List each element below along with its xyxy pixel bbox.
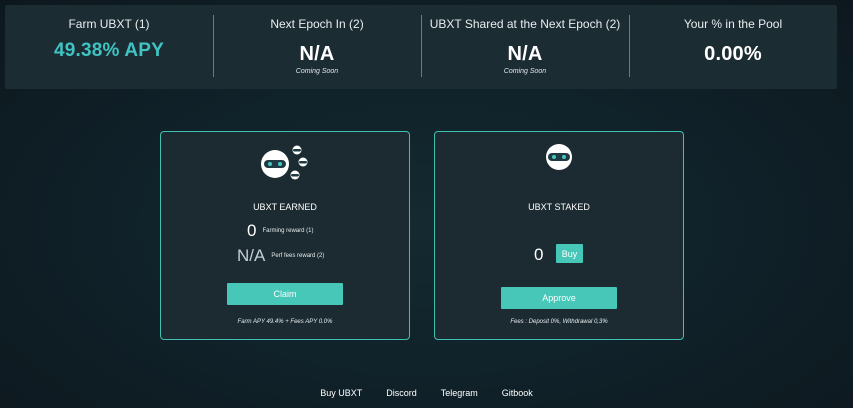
staked-value: 0 <box>534 245 544 264</box>
apy-note: Farm APY 49.4% + Fees APY 0.0% <box>237 319 333 325</box>
robot-mascot-icon <box>435 142 683 192</box>
stat-subtext: Coming Soon <box>295 68 339 75</box>
stat-label: Farm UBXT (1) <box>68 17 150 31</box>
farming-reward-row: 0 Farming reward (1) <box>247 221 313 241</box>
stat-pool-share: Your % in the Pool 0.00% <box>629 5 837 89</box>
claim-button[interactable]: Claim <box>227 283 343 305</box>
stat-value: N/A <box>507 43 543 65</box>
farming-reward-label: Farming reward (1) <box>262 228 314 234</box>
ubxt-earned-card: UBXT EARNED 0 Farming reward (1) N/A Per… <box>160 131 410 340</box>
stat-label: Your % in the Pool <box>683 17 783 31</box>
stat-subtext: Coming Soon <box>503 68 547 75</box>
card-title: UBXT EARNED <box>253 202 317 212</box>
farm-page: Farm UBXT (1) 49.38% APY Next Epoch In (… <box>0 0 853 408</box>
perf-fees-reward-label: Perf fees reward (2) <box>271 253 325 259</box>
footer-link-telegram[interactable]: Telegram <box>441 388 478 398</box>
footer-links: Buy UBXT Discord Telegram Gitbook <box>0 388 853 398</box>
fees-note: Fees : Deposit 0%, Withdrawal 0,3% <box>510 319 608 325</box>
ubxt-staked-card: UBXT STAKED 0 Buy Approve Fees : Deposit… <box>434 131 684 340</box>
stats-bar: Farm UBXT (1) 49.38% APY Next Epoch In (… <box>5 5 837 89</box>
stat-label: UBXT Shared at the Next Epoch (2) <box>429 17 621 31</box>
farming-reward-value: 0 <box>247 221 257 240</box>
stat-value: 0.00% <box>704 43 762 65</box>
stat-shared-next-epoch: UBXT Shared at the Next Epoch (2) N/A Co… <box>421 5 629 89</box>
footer-link-buy-ubxt[interactable]: Buy UBXT <box>320 388 362 398</box>
stat-value: 49.38% APY <box>53 40 165 61</box>
stat-next-epoch: Next Epoch In (2) N/A Coming Soon <box>213 5 421 89</box>
staked-row: 0 <box>534 245 543 265</box>
stat-farm-apy: Farm UBXT (1) 49.38% APY <box>5 5 213 89</box>
perf-fees-reward-row: N/A Perf fees reward (2) <box>237 246 324 266</box>
perf-fees-reward-value: N/A <box>237 246 266 265</box>
footer-link-gitbook[interactable]: Gitbook <box>502 388 533 398</box>
stat-label: Next Epoch In (2) <box>270 17 364 31</box>
stat-value: N/A <box>299 43 335 65</box>
buy-button[interactable]: Buy <box>556 244 583 263</box>
footer-link-discord[interactable]: Discord <box>386 388 417 398</box>
robot-mascot-with-coins-icon <box>161 142 409 192</box>
approve-button[interactable]: Approve <box>501 287 617 309</box>
card-title: UBXT STAKED <box>528 202 590 212</box>
